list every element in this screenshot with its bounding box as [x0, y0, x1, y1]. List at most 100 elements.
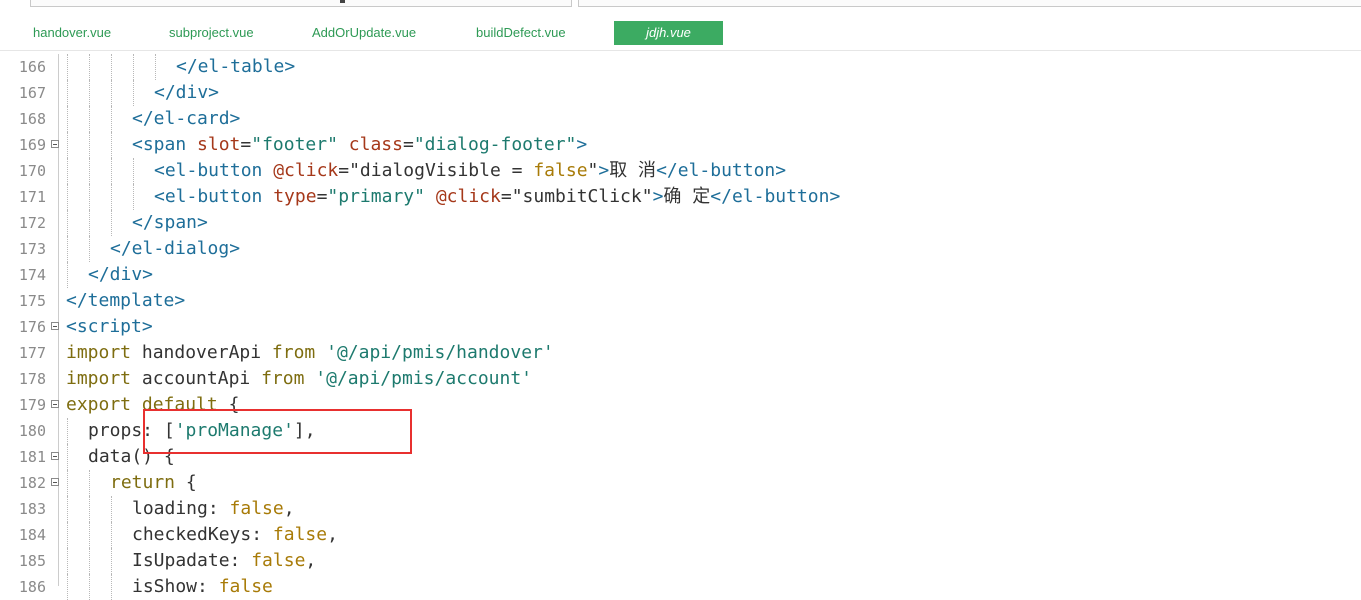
code-line[interactable]: 168 </el-card>: [0, 106, 1361, 132]
fold-toggle-icon[interactable]: [51, 400, 59, 408]
code-text: <el-button type="primary" @click="sumbit…: [154, 184, 840, 210]
indent-guide: [111, 54, 112, 80]
indent-guide: [89, 548, 90, 574]
code-token: >: [652, 186, 664, 207]
code-token: >: [598, 160, 610, 181]
code-token: import: [66, 342, 132, 363]
code-token: export: [66, 394, 132, 415]
tab-handover-vue[interactable]: handover.vue: [33, 21, 111, 45]
indent-guide: [133, 54, 134, 80]
line-number: 172: [18, 214, 46, 232]
tab-jdjh-vue[interactable]: jdjh.vue: [614, 21, 723, 45]
line-number: 181: [18, 448, 46, 466]
code-token: </el-table>: [176, 56, 296, 77]
code-token: from: [261, 368, 305, 389]
indent-guide: [111, 548, 112, 574]
code-token: =: [240, 134, 252, 155]
tab-subproject-vue[interactable]: subproject.vue: [169, 21, 254, 45]
indent-guide: [67, 184, 68, 210]
code-text: props: ['proManage'],: [88, 418, 316, 444]
code-text: loading: false,: [132, 496, 295, 522]
code-line[interactable]: 173 </el-dialog>: [0, 236, 1361, 262]
code-token: 确 定: [663, 186, 711, 207]
line-number: 170: [18, 162, 46, 180]
code-line[interactable]: 176 <script>: [0, 314, 1361, 340]
code-token: =: [402, 134, 414, 155]
top-panel-left: [30, 0, 572, 7]
code-token: </div>: [88, 264, 154, 285]
indent-guide: [89, 470, 90, 496]
code-token: ,: [283, 498, 295, 519]
code-line[interactable]: 170 <el-button @click="dialogVisible = fa…: [0, 158, 1361, 184]
indent-guide: [67, 496, 68, 522]
code-line[interactable]: 177 import handoverApi from '@/api/pmis/h…: [0, 340, 1361, 366]
indent-guide: [111, 106, 112, 132]
indent-guide: [67, 158, 68, 184]
line-number: 168: [18, 110, 46, 128]
code-line[interactable]: 167 </div>: [0, 80, 1361, 106]
code-line[interactable]: 184 checkedKeys: false,: [0, 522, 1361, 548]
tab-jdjh-vue-label: jdjh.vue: [646, 25, 691, 40]
code-text: <el-button @click="dialogVisible = false…: [154, 158, 786, 184]
code-token: handoverApi: [131, 342, 272, 363]
code-token: 取 消: [609, 160, 657, 181]
indent-guide: [133, 184, 134, 210]
indent-guide: [111, 80, 112, 106]
code-text: </el-table>: [176, 54, 295, 80]
tab-builddefect-vue[interactable]: buildDefect.vue: [476, 21, 566, 45]
indent-guide: [89, 184, 90, 210]
code-editor[interactable]: 166 </el-table> 167 </div> 168 </el-card> 169 <…: [0, 54, 1361, 600]
indent-guide: [111, 184, 112, 210]
indent-guide: [67, 522, 68, 548]
code-line[interactable]: 174 </div>: [0, 262, 1361, 288]
code-text: return {: [110, 470, 197, 496]
code-token: data() {: [88, 446, 175, 467]
code-line[interactable]: 171 <el-button type="primary" @click="sum…: [0, 184, 1361, 210]
code-text: <span slot="footer" class="dialog-footer…: [132, 132, 587, 158]
code-token: >: [576, 134, 588, 155]
code-token: class: [348, 134, 403, 155]
code-token: =: [511, 160, 523, 181]
indent-guide: [89, 522, 90, 548]
code-line[interactable]: 175 </template>: [0, 288, 1361, 314]
code-line[interactable]: 172 </span>: [0, 210, 1361, 236]
code-text: checkedKeys: false,: [132, 522, 338, 548]
line-number: 176: [18, 318, 46, 336]
indent-guide: [111, 574, 112, 600]
fold-toggle-icon[interactable]: [51, 478, 59, 486]
indent-guide: [67, 262, 68, 288]
code-token: <span: [132, 134, 198, 155]
indent-guide: [155, 54, 156, 80]
code-token: @click: [273, 160, 339, 181]
code-line[interactable]: 183 loading: false,: [0, 496, 1361, 522]
code-line[interactable]: 169 <span slot="footer" class="dialog-foo…: [0, 132, 1361, 158]
code-text: isShow: false: [132, 574, 273, 600]
indent-guide: [67, 236, 68, 262]
code-text: data() {: [88, 444, 175, 470]
code-line[interactable]: 181 data() {: [0, 444, 1361, 470]
code-line[interactable]: 185 IsUpadate: false,: [0, 548, 1361, 574]
code-text: </div>: [154, 80, 219, 106]
code-line[interactable]: 180 props: ['proManage'],: [0, 418, 1361, 444]
indent-guide: [89, 80, 90, 106]
code-text: </template>: [66, 288, 185, 314]
code-token: <el-button: [154, 186, 274, 207]
code-line[interactable]: 166 </el-table>: [0, 54, 1361, 80]
code-text: </el-card>: [132, 106, 240, 132]
line-number: 186: [18, 578, 46, 596]
code-line[interactable]: 178 import accountApi from '@/api/pmis/ac…: [0, 366, 1361, 392]
indent-guide: [67, 470, 68, 496]
tab-addorupdate-vue[interactable]: AddOrUpdate.vue: [312, 21, 416, 45]
indent-guide: [89, 574, 90, 600]
line-number: 169: [18, 136, 46, 154]
fold-toggle-icon[interactable]: [51, 322, 59, 330]
code-line[interactable]: 182 return {: [0, 470, 1361, 496]
fold-toggle-icon[interactable]: [51, 140, 59, 148]
fold-toggle-icon[interactable]: [51, 452, 59, 460]
code-line[interactable]: 179 export default {: [0, 392, 1361, 418]
code-token: loading:: [132, 498, 230, 519]
code-line[interactable]: 186 isShow: false: [0, 574, 1361, 600]
line-number: 185: [18, 552, 46, 570]
